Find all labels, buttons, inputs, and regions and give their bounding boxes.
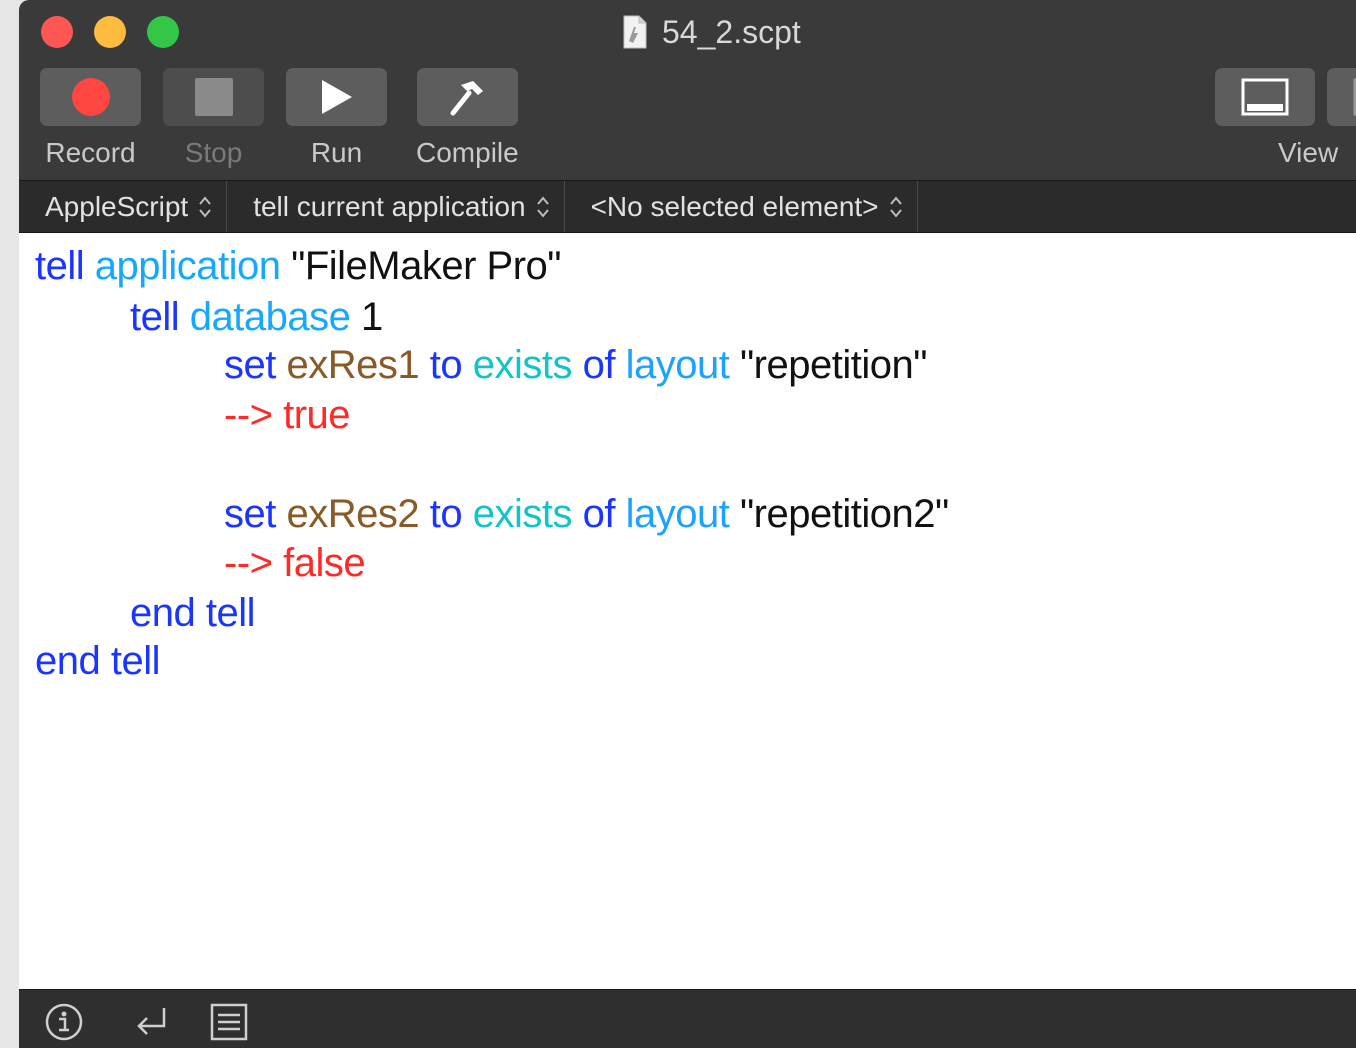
record-icon [71,78,110,116]
minimize-window-button[interactable] [94,16,126,48]
string-literal: "FileMaker Pro" [291,244,561,288]
language-label: AppleScript [45,190,189,222]
variable: exRes1 [286,343,420,387]
code-line-5[interactable]: set exRes2 to exists of layout "repetiti… [224,490,949,538]
string-literal: "repetition" [739,343,927,387]
script-editor-window: 54_2.scpt Record Stop Run Compile View A… [19,0,1356,1048]
class-name: database [189,295,351,339]
view-label: View [1278,137,1339,168]
command: exists [472,343,573,387]
language-popup[interactable]: AppleScript [19,181,228,232]
window-title: 54_2.scpt [622,12,801,52]
command: exists [472,492,573,536]
stop-tool[interactable]: Stop [163,68,264,178]
code-line-2[interactable]: tell database 1 [130,293,383,341]
script-editor[interactable]: tell application "FileMaker Pro" tell da… [19,233,1356,989]
bottom-pane-icon [1241,78,1289,116]
run-tool[interactable]: Run [286,68,387,178]
view-side-pane-button[interactable] [1327,68,1356,126]
element-popup[interactable]: <No selected element> [565,181,918,232]
view-bottom-pane-button[interactable] [1215,68,1315,126]
class-name: application [94,244,281,288]
keyword: set [224,343,276,387]
keyword: of [582,343,616,387]
window-title-text: 54_2.scpt [662,13,801,50]
variable: exRes2 [286,492,420,536]
view-tool[interactable]: View [1215,68,1356,178]
zoom-window-button[interactable] [147,16,179,48]
record-tool[interactable]: Record [40,68,141,178]
keyword: to [429,343,463,387]
code-line-4[interactable]: --> true [224,391,351,439]
record-button[interactable] [40,68,141,126]
class-name: layout [625,343,730,387]
return-arrow-icon[interactable] [132,1002,172,1042]
play-icon [321,80,352,114]
target-popup[interactable]: tell current application [227,181,565,232]
stop-label: Stop [184,137,243,168]
list-icon[interactable] [209,1002,249,1042]
compile-tool[interactable]: Compile [416,68,519,178]
keyword: tell [35,244,85,288]
info-icon[interactable] [44,1002,84,1042]
string-literal: "repetition2" [739,492,949,536]
stop-button[interactable] [163,68,264,126]
document-icon [623,15,647,49]
updown-chevron-icon [199,195,211,218]
class-name: layout [625,492,730,536]
hammer-icon [450,81,484,116]
stop-icon [194,78,233,116]
keyword: tell [130,295,180,339]
keyword: to [429,492,463,536]
run-label: Run [310,137,363,168]
number-literal: 1 [360,295,383,339]
keyword: set [224,492,276,536]
updown-chevron-icon [889,195,902,218]
keyword: of [582,492,616,536]
code-line-8[interactable]: end tell [35,637,160,685]
updown-chevron-icon [536,195,549,218]
compile-label: Compile [416,137,519,168]
code-line-3[interactable]: set exRes1 to exists of layout "repetiti… [224,341,927,389]
navigation-bar: AppleScript tell current application <No… [19,181,1356,233]
close-window-button[interactable] [41,16,73,48]
titlebar: 54_2.scpt Record Stop Run Compile View [19,0,1356,181]
compile-button[interactable] [416,68,518,126]
bottom-bar [19,989,1356,1048]
target-label: tell current application [253,190,526,222]
code-line-6[interactable]: --> false [224,539,366,587]
record-label: Record [45,137,136,168]
run-button[interactable] [286,68,387,126]
code-line-1[interactable]: tell application "FileMaker Pro" [35,242,561,290]
element-label: <No selected element> [590,190,879,222]
code-line-7[interactable]: end tell [130,589,255,637]
